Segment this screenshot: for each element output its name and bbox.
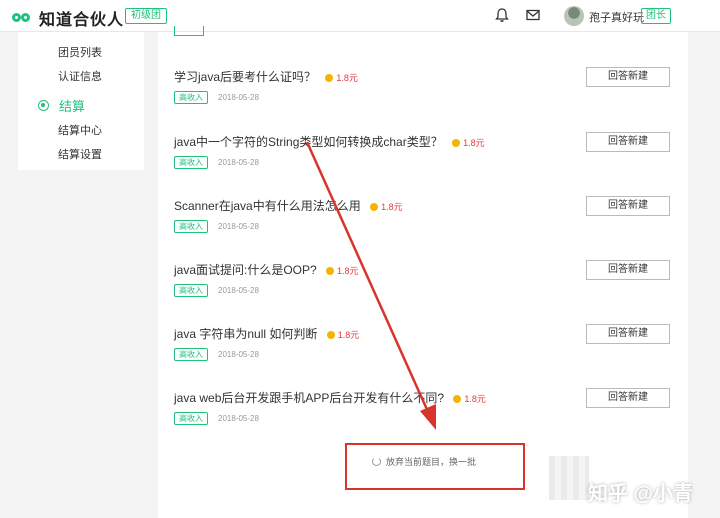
question-title-row[interactable]: java web后台开发跟手机APP后台开发有什么不同? 1.8元 bbox=[174, 389, 486, 406]
reward: 1.8元 bbox=[325, 71, 358, 84]
role-badge: 团长 bbox=[641, 8, 671, 24]
reward-amount: 1.8元 bbox=[336, 73, 358, 84]
income-tag: 高收入 bbox=[174, 220, 208, 233]
reward: 1.8元 bbox=[370, 200, 403, 213]
reward-amount: 1.8元 bbox=[463, 138, 485, 149]
question-title-row[interactable]: 学习java后要考什么证吗？ 1.8元 bbox=[174, 68, 358, 85]
question-title[interactable]: java中一个字符的String类型如何转换成char类型？ bbox=[174, 135, 443, 149]
answer-button[interactable]: 回答新建 bbox=[586, 324, 670, 344]
mail-icon[interactable] bbox=[525, 7, 541, 23]
question-date: 2018-05-28 bbox=[218, 222, 259, 231]
answer-button[interactable]: 回答新建 bbox=[586, 67, 670, 87]
income-tag: 高收入 bbox=[174, 412, 208, 425]
answer-button[interactable]: 回答新建 bbox=[586, 196, 670, 216]
question-item: java 字符串为null 如何判断 1.8元 高收入 2018-05-28 回… bbox=[174, 324, 674, 375]
sidebar: 团员列表 认证信息 结算 结算中心 结算设置 bbox=[18, 32, 144, 170]
reward-amount: 1.8元 bbox=[337, 266, 359, 277]
sidebar-item-settlement-center[interactable]: 结算中心 bbox=[58, 122, 102, 138]
question-title-row[interactable]: java面试提问:什么是OOP? 1.8元 bbox=[174, 261, 359, 278]
income-tag: 高收入 bbox=[174, 91, 208, 104]
avatar[interactable] bbox=[564, 6, 584, 26]
watermark: 知乎 @小青 bbox=[588, 483, 694, 505]
top-bar: 知道合伙人 初级团 孢子真好玩 团长 bbox=[0, 0, 720, 32]
cut-off-tag bbox=[174, 26, 204, 36]
bell-icon[interactable] bbox=[494, 7, 510, 23]
reward: 1.8元 bbox=[326, 328, 360, 341]
annotation-box bbox=[345, 443, 525, 490]
app-name: 知道合伙人 bbox=[39, 12, 125, 29]
question-item: java面试提问:什么是OOP? 1.8元 高收入 2018-05-28 回答新… bbox=[174, 260, 674, 311]
logo[interactable]: 知道合伙人 bbox=[12, 6, 124, 30]
income-tag: 高收入 bbox=[174, 284, 208, 297]
sidebar-group-settlement[interactable]: 结算 bbox=[38, 96, 85, 115]
question-date: 2018-05-28 bbox=[218, 414, 259, 423]
reward-amount: 1.8元 bbox=[381, 202, 403, 213]
settlement-icon bbox=[38, 100, 49, 111]
question-title-row[interactable]: java 字符串为null 如何判断 1.8元 bbox=[174, 325, 359, 342]
question-title-row[interactable]: java中一个字符的String类型如何转换成char类型？ 1.8元 bbox=[174, 133, 485, 150]
reward: 1.8元 bbox=[452, 136, 485, 149]
question-title[interactable]: Scanner在java中有什么用法怎么用 bbox=[174, 199, 361, 213]
level-badge: 初级团 bbox=[125, 8, 167, 24]
mosaic-blur bbox=[549, 456, 589, 500]
question-item: java web后台开发跟手机APP后台开发有什么不同? 1.8元 高收入 20… bbox=[174, 388, 674, 439]
answer-button[interactable]: 回答新建 bbox=[586, 260, 670, 280]
coin-icon bbox=[370, 202, 379, 211]
logo-icon bbox=[12, 9, 34, 27]
question-title[interactable]: java面试提问:什么是OOP? bbox=[174, 263, 317, 277]
username[interactable]: 孢子真好玩 bbox=[589, 9, 644, 25]
answer-button[interactable]: 回答新建 bbox=[586, 388, 670, 408]
reward-amount: 1.8元 bbox=[464, 394, 486, 405]
sidebar-item-settlement-settings[interactable]: 结算设置 bbox=[58, 146, 102, 162]
question-date: 2018-05-28 bbox=[218, 158, 259, 167]
sidebar-item-certification[interactable]: 认证信息 bbox=[58, 68, 102, 84]
answer-button[interactable]: 回答新建 bbox=[586, 132, 670, 152]
question-item: Scanner在java中有什么用法怎么用 1.8元 高收入 2018-05-2… bbox=[174, 196, 674, 247]
coin-icon bbox=[325, 73, 334, 82]
reward-amount: 1.8元 bbox=[337, 330, 360, 341]
income-tag: 高收入 bbox=[174, 348, 208, 361]
coin-icon bbox=[452, 138, 461, 147]
question-title[interactable]: 学习java后要考什么证吗？ bbox=[174, 70, 316, 84]
coin-icon bbox=[326, 266, 335, 275]
question-item: java中一个字符的String类型如何转换成char类型？ 1.8元 高收入 … bbox=[174, 132, 674, 183]
reward: 1.8元 bbox=[326, 264, 359, 277]
question-date: 2018-05-28 bbox=[218, 286, 259, 295]
sidebar-group-label: 结算 bbox=[59, 99, 86, 114]
question-date: 2018-05-28 bbox=[218, 93, 259, 102]
question-item: 学习java后要考什么证吗？ 1.8元 高收入 2018-05-28 回答新建 bbox=[174, 67, 674, 118]
income-tag: 高收入 bbox=[174, 156, 208, 169]
sidebar-item-members[interactable]: 团员列表 bbox=[58, 44, 102, 60]
question-title[interactable]: java web后台开发跟手机APP后台开发有什么不同? bbox=[174, 391, 444, 405]
question-date: 2018-05-28 bbox=[218, 350, 259, 359]
reward: 1.8元 bbox=[453, 392, 486, 405]
coin-icon bbox=[326, 330, 335, 339]
coin-icon bbox=[453, 394, 462, 403]
question-title-row[interactable]: Scanner在java中有什么用法怎么用 1.8元 bbox=[174, 197, 403, 214]
question-title[interactable]: java 字符串为null 如何判断 bbox=[174, 327, 317, 341]
